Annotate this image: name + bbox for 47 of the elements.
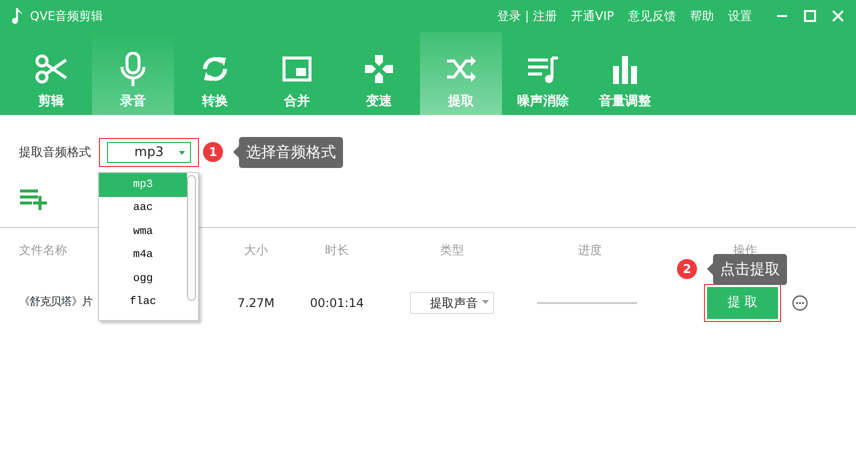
scissors-icon <box>34 52 68 86</box>
register-link[interactable]: 注册 <box>533 7 558 25</box>
tooltip-arrow <box>233 146 239 158</box>
separator-text: | <box>524 8 530 25</box>
format-dropdown[interactable]: mp3 <box>107 142 191 163</box>
music-note-icon <box>10 8 22 24</box>
app-title: QVE音频剪辑 <box>30 8 104 25</box>
login-link[interactable]: 登录 <box>496 7 521 25</box>
format-label: 提取音频格式 <box>19 144 91 162</box>
more-icon[interactable] <box>792 294 808 310</box>
hint-tooltip: 选择音频格式 <box>239 137 343 168</box>
format-option[interactable]: flac <box>99 290 187 314</box>
column-header: 类型 <box>439 242 465 258</box>
file-name: 《舒克贝塔》片 <box>19 294 92 310</box>
toolbar-tab[interactable]: 转换 <box>174 32 256 115</box>
format-option[interactable]: ogg <box>99 267 187 290</box>
toolbar-tab[interactable]: 剪辑 <box>10 32 92 115</box>
column-header: 时长 <box>324 242 350 258</box>
caret-icon <box>482 300 489 305</box>
title-link[interactable]: 意见反馈 <box>628 7 676 25</box>
toolbar-tab[interactable]: 噪声消除 <box>502 32 584 115</box>
title-link[interactable]: 开通VIP <box>571 7 614 25</box>
type-dropdown[interactable]: 提取声音 <box>410 292 494 314</box>
scrollbar[interactable] <box>187 175 196 301</box>
format-option[interactable]: aac <box>99 196 187 220</box>
hint-tooltip: 点击提取 <box>713 254 787 284</box>
title-link[interactable]: 帮助 <box>690 7 714 25</box>
format-option[interactable]: mp3 <box>99 173 187 196</box>
toolbar-tab[interactable]: 提取 <box>420 32 502 115</box>
toolbar-tab[interactable]: 合并 <box>256 32 338 115</box>
toolbar-tab[interactable]: 音量调整 <box>584 32 666 115</box>
format-option[interactable]: m4a <box>99 244 187 267</box>
toolbar-tab[interactable]: 变速 <box>338 32 420 115</box>
add-list-icon[interactable] <box>20 188 48 210</box>
column-header: 文件名称 <box>19 242 67 258</box>
tooltip-arrow <box>707 263 713 276</box>
maximize-icon[interactable] <box>802 8 818 24</box>
title-link[interactable]: 设置 <box>728 7 752 25</box>
file-duration: 00:01:14 <box>309 294 365 312</box>
file-size: 7.27M <box>236 294 276 312</box>
step-badge: 2 <box>677 259 697 280</box>
format-option[interactable]: wma <box>99 220 187 244</box>
extract-button[interactable]: 提 取 <box>707 286 778 318</box>
column-header: 大小 <box>243 242 269 258</box>
column-header: 进度 <box>577 242 603 258</box>
step-badge: 1 <box>203 142 223 162</box>
close-icon[interactable] <box>830 8 846 24</box>
